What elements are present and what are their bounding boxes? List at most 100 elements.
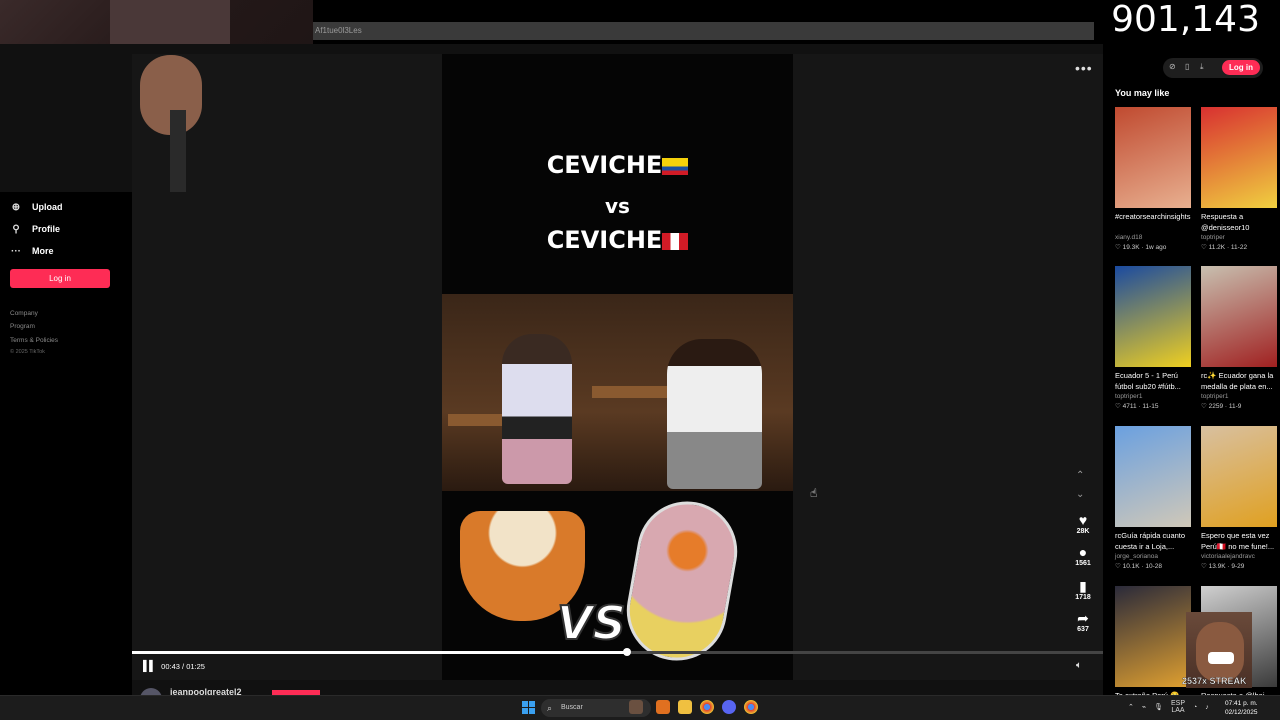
file-explorer-icon[interactable] [678, 700, 692, 714]
video-thumbnail [1115, 586, 1191, 687]
taskbar-clock[interactable]: 07:41 p. m. 02/12/2025 [1225, 699, 1258, 717]
video-author: toptriper1 [1201, 393, 1229, 400]
video-progress-fill [132, 651, 628, 654]
system-tray: ⌃ ⌁ 🎙︎ ESP LAA ◔ ♪ [1128, 700, 1209, 714]
search-icon: ⌕ [547, 703, 553, 713]
video-title-text: CEVICHE [546, 151, 663, 179]
mic-icon[interactable]: 🎙︎ [1154, 703, 1163, 711]
pause-icon[interactable]: ▌▌ [143, 661, 156, 672]
ecuador-flag-icon [662, 158, 689, 175]
volume-icon[interactable]: 🔈︎ [1076, 660, 1082, 671]
recommended-video-card[interactable]: Te extraño Perú 🥺 [1115, 586, 1191, 712]
video-stats: ♡ 2259 · 11-9 [1201, 403, 1242, 410]
recommended-video-card[interactable]: rcGuía rápida cuanto cuesta ir a Loja,..… [1115, 426, 1191, 570]
video-author: xiany.d18 [1115, 234, 1143, 241]
video-author: jorge_sorianoa [1115, 553, 1159, 560]
recommended-video-card[interactable]: Ecuador 5 - 1 Perú fútbol sub20 #fútb...… [1115, 266, 1191, 410]
viewer-counter: 901,143 [1103, 0, 1268, 40]
video-caption: Respuesta a @denisseor10 [1201, 212, 1250, 232]
sidebar-item-profile[interactable]: ⚲ Profile [10, 221, 60, 237]
video-caption: Ecuador 5 - 1 Perú fútbol sub20 #fútb... [1115, 371, 1181, 391]
streak-counter: 2537x STREAK [1182, 676, 1247, 686]
video-thumbnail [1115, 426, 1191, 527]
discord-icon[interactable] [722, 700, 736, 714]
clock-time: 07:41 p. m. [1225, 700, 1258, 707]
comment-button[interactable]: ● 1561 [1066, 544, 1100, 567]
more-icon: ··· [11, 245, 21, 257]
vs-overlay-text: VS [556, 595, 627, 651]
share-icon: ➦ [1077, 610, 1089, 626]
video-author-bar: jeanpoolgreatel2 [132, 684, 1103, 695]
video-title-line2: CEVICHE [442, 226, 793, 254]
video-thumbnail [1201, 426, 1277, 527]
you-may-like-heading: You may like [1115, 88, 1170, 98]
lang-layout: LAA [1171, 707, 1185, 714]
bookmark-button[interactable]: ▮ 1718 [1066, 578, 1100, 601]
sidebar-item-more[interactable]: ··· More [10, 243, 54, 259]
footer-link-terms[interactable]: Terms & Policies [10, 337, 58, 344]
video-thumbnail [1201, 107, 1277, 208]
video-stats: ♡ 13.9K · 9-29 [1201, 563, 1245, 570]
footer-link-company[interactable]: Company [10, 310, 38, 317]
sidebar-item-upload[interactable]: ⊕ Upload [10, 199, 63, 215]
video-stats: ♡ 10.1K · 10-28 [1115, 563, 1163, 570]
avatar[interactable] [140, 688, 162, 695]
video-title-text: CEVICHE [546, 226, 663, 254]
sidebar-item-label: More [32, 246, 54, 256]
bookmark-icon: ▮ [1079, 578, 1087, 594]
device-icon[interactable]: ▯ [1185, 62, 1189, 71]
like-button[interactable]: ♥ 28K [1066, 512, 1100, 535]
video-caption: rcGuía rápida cuanto cuesta ir a Loja,..… [1115, 531, 1186, 551]
video-thumbnail [1115, 107, 1191, 208]
chevron-up-icon[interactable]: ⌃ [1128, 703, 1134, 711]
sidebar-login-button[interactable]: Log in [10, 269, 110, 288]
recommended-video-card[interactable]: rc✨ Ecuador gana la medalla de plata en.… [1201, 266, 1277, 410]
video-title-vs: vs [605, 194, 630, 218]
video-title-line1: CEVICHE [442, 151, 793, 179]
wifi-icon[interactable]: ◔ [1193, 704, 1197, 711]
footer-link-program[interactable]: Program [10, 323, 35, 330]
taskbar-app-icon[interactable] [629, 700, 643, 714]
peruvian-ceviche-plate [618, 493, 746, 669]
more-options-icon[interactable]: ••• [1075, 60, 1093, 76]
coin-icon[interactable]: ⊘ [1169, 62, 1176, 71]
share-count: 637 [1077, 626, 1089, 633]
peru-flag-icon [662, 233, 689, 250]
share-button[interactable]: ➦ 637 [1066, 610, 1100, 633]
windows-start-icon[interactable] [522, 701, 535, 714]
header-login-button[interactable]: Log in [1222, 60, 1260, 75]
taskbar-app-icon[interactable] [656, 700, 670, 714]
recommended-video-card[interactable]: #creatorsearchinsights... xiany.d18 ♡ 19… [1115, 107, 1191, 251]
recommended-video-card[interactable]: Espero que esta vez Perú🇵🇪 no me fune!..… [1201, 426, 1277, 570]
video-author: victoriaalejandravc [1201, 553, 1255, 560]
video-thumbnail [1115, 266, 1191, 367]
volume-tray-icon[interactable]: ♪ [1205, 704, 1209, 711]
video-caption: Espero que esta vez Perú🇵🇪 no me fune!..… [1201, 531, 1275, 551]
network-icon[interactable]: ⌁ [1142, 703, 1146, 711]
playback-controls: ▌▌ 00:43 / 01:25 [143, 661, 205, 672]
upload-icon: ⊕ [11, 201, 21, 213]
recommended-video-card[interactable]: Respuesta a @denisseor10 toptriper ♡ 11.… [1201, 107, 1277, 251]
microphone [170, 110, 186, 192]
chrome-icon[interactable] [744, 700, 758, 714]
like-count: 28K [1076, 528, 1090, 535]
video-stats: ♡ 11.2K · 11-22 [1201, 244, 1248, 251]
host-woman [502, 334, 572, 484]
bookmark-count: 1718 [1075, 594, 1091, 601]
clock-date: 02/12/2025 [1225, 709, 1258, 716]
address-bar[interactable]: Af1tue0l3Les [313, 22, 1094, 40]
playback-time: 00:43 / 01:25 [161, 662, 205, 671]
download-icon[interactable]: ⤓ [1200, 62, 1204, 72]
video-stats: ♡ 4711 · 11-15 [1115, 403, 1159, 410]
next-video-icon[interactable]: ⌄ [1076, 489, 1084, 500]
taskbar-search-placeholder: Buscar [561, 704, 583, 711]
author-name[interactable]: jeanpoolgreatel2 [170, 687, 242, 695]
video-author: toptriper [1201, 234, 1225, 241]
profile-icon: ⚲ [12, 223, 20, 235]
previous-video-icon[interactable]: ⌃ [1076, 470, 1084, 481]
video-player[interactable]: CEVICHE vs CEVICHE VS [442, 54, 793, 680]
chrome-icon[interactable] [700, 700, 714, 714]
language-indicator[interactable]: ESP LAA [1171, 700, 1185, 714]
hand-cursor-icon: ☝︎ [810, 486, 818, 500]
video-caption: rc✨ Ecuador gana la medalla de plata en.… [1201, 371, 1274, 391]
